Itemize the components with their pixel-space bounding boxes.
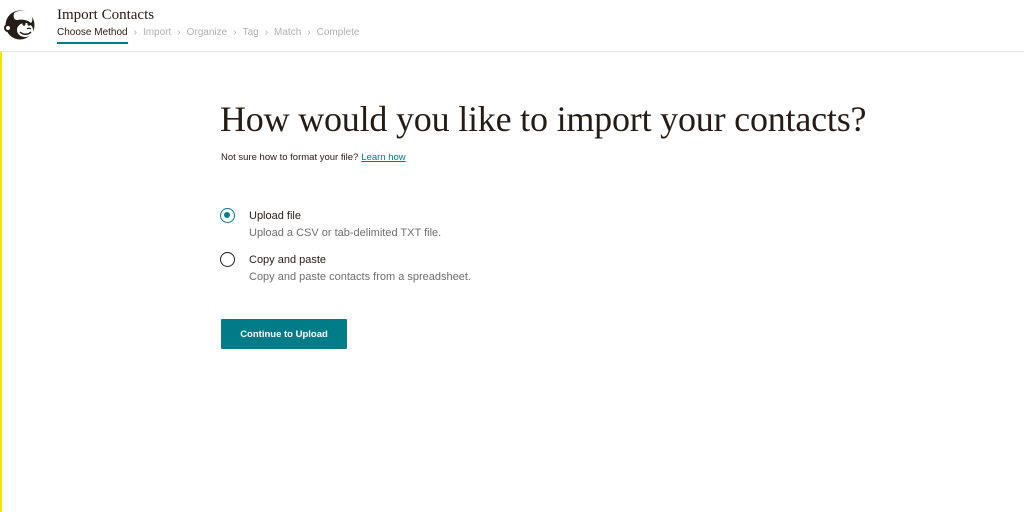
step-choose-method[interactable]: Choose Method — [57, 27, 128, 44]
window-left-edge — [0, 0, 2, 512]
continue-to-upload-button[interactable]: Continue to Upload — [221, 319, 347, 349]
page-title: Import Contacts — [57, 7, 155, 23]
mailchimp-monkey-icon[interactable] — [4, 7, 38, 43]
chevron-right-icon: › — [307, 27, 311, 38]
learn-how-link[interactable]: Learn how — [361, 152, 405, 163]
option-description: Copy and paste contacts from a spreadshe… — [249, 271, 471, 283]
radio-checked-icon[interactable] — [220, 208, 235, 223]
radio-unchecked-icon[interactable] — [220, 252, 235, 267]
option-label[interactable]: Copy and paste — [249, 254, 326, 266]
chevron-right-icon: › — [177, 27, 181, 38]
option-label[interactable]: Upload file — [249, 210, 301, 222]
helper-text: Not sure how to format your file? — [221, 152, 359, 163]
main-heading: How would you like to import your contac… — [220, 99, 867, 139]
step-organize: Organize — [186, 27, 228, 38]
step-match: Match — [274, 27, 302, 38]
step-tag: Tag — [242, 27, 259, 38]
format-help-text: Not sure how to format your file? Learn h… — [221, 152, 406, 163]
step-complete: Complete — [316, 27, 360, 38]
chevron-right-icon: › — [264, 27, 269, 38]
option-description: Upload a CSV or tab-delimited TXT file. — [249, 227, 442, 239]
import-steps-breadcrumb: Choose Method › Import › Organize › Tag … — [57, 27, 359, 45]
step-import: Import — [142, 27, 172, 38]
page-header: Import Contacts Choose Method › Import ›… — [0, 0, 1024, 52]
chevron-right-icon: › — [233, 27, 237, 38]
chevron-right-icon: › — [133, 27, 137, 38]
